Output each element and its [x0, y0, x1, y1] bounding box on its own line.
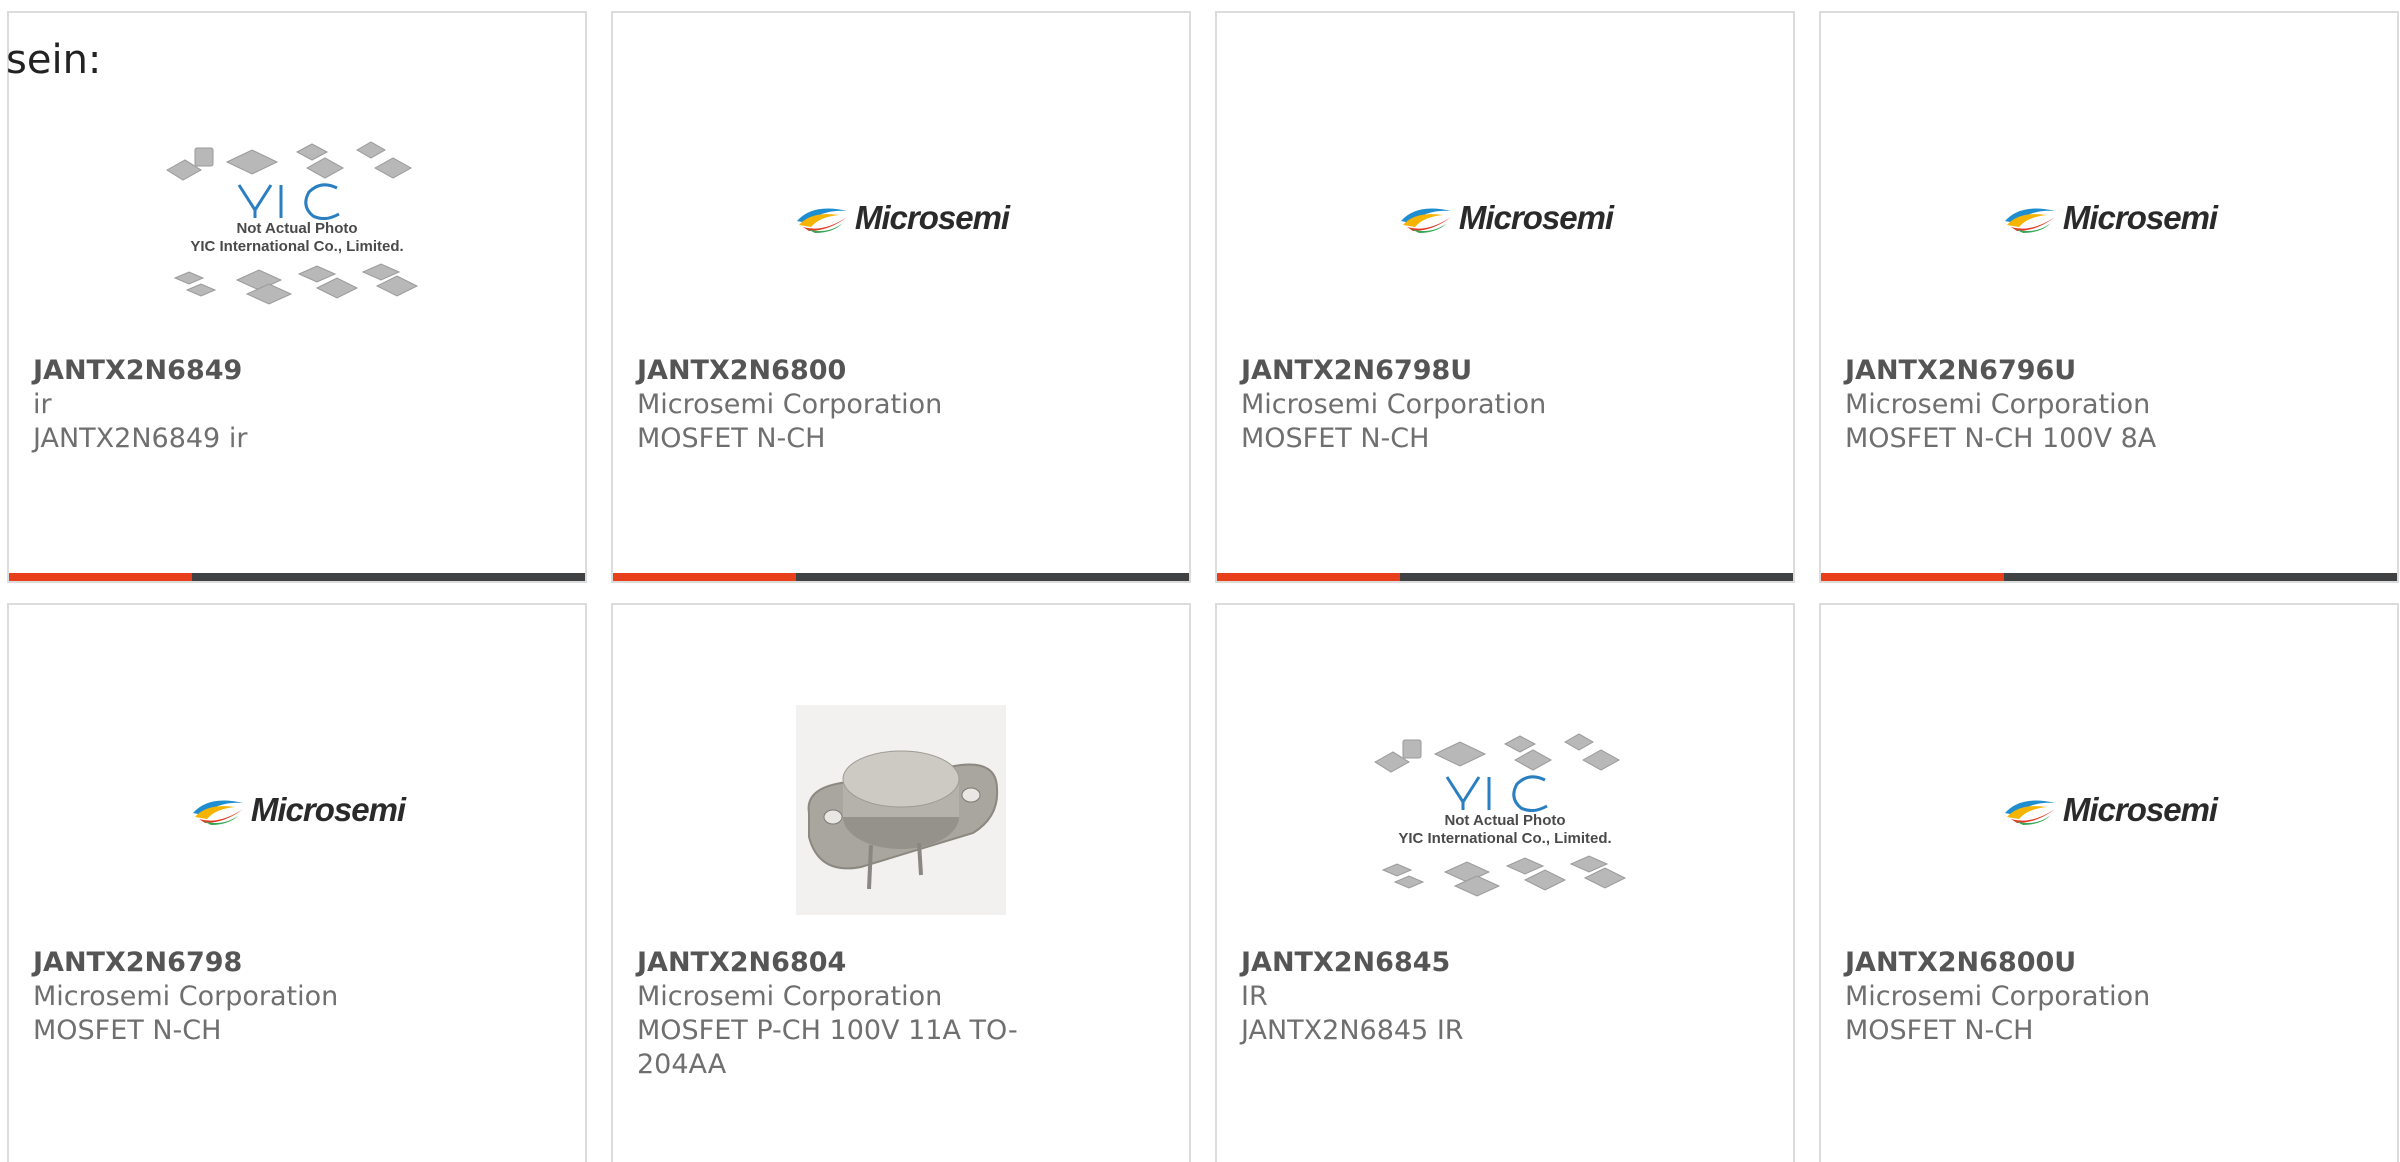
manufacturer: Microsemi Corporation — [1241, 389, 1547, 420]
to-204aa-package-photo — [796, 705, 1006, 915]
chip-packages-top-icon — [1374, 733, 1621, 812]
description: MOSFET N-CH — [1845, 1015, 2034, 1046]
card-footer-accent — [613, 573, 796, 581]
microsemi-swirl-icon — [796, 208, 847, 233]
microsemi-logo-text: Microsemi — [1458, 199, 1614, 236]
yic-caption-2: YIC International Co., Limited. — [1398, 830, 1612, 847]
product-image: Not Actual Photo YIC International Co., … — [1217, 675, 1793, 945]
product-info: JANTX2N6804 Microsemi Corporation MOSFET… — [637, 946, 1037, 1082]
description: MOSFET N-CH — [1241, 423, 1430, 454]
manufacturer: Microsemi Corporation — [1845, 981, 2151, 1012]
description: JANTX2N6849 ir — [33, 423, 248, 454]
card-footer-bar — [9, 573, 585, 581]
product-info: JANTX2N6849 ir JANTX2N6849 ir — [33, 354, 433, 456]
description: MOSFET N-CH — [33, 1015, 222, 1046]
card-footer-bar — [1821, 573, 2397, 581]
product-card[interactable]: Microsemi JANTX2N6798U Microsemi Corpora… — [1215, 11, 1795, 583]
microsemi-logo: Microsemi — [1397, 199, 1614, 237]
description: MOSFET P-CH 100V 11A TO-204AA — [637, 1015, 1018, 1080]
card-footer-bar — [613, 573, 1189, 581]
chip-packages-bottom-icon — [173, 263, 419, 305]
part-number[interactable]: JANTX2N6849 — [33, 354, 433, 388]
card-footer-accent — [1821, 573, 2004, 581]
product-card[interactable]: JANTX2N6804 Microsemi Corporation MOSFET… — [611, 603, 1191, 1162]
manufacturer: Microsemi Corporation — [33, 981, 339, 1012]
manufacturer: IR — [1241, 981, 1268, 1012]
description: MOSFET N-CH — [637, 423, 826, 454]
product-image: Microsemi — [1821, 83, 2397, 353]
manufacturer: Microsemi Corporation — [1845, 389, 2151, 420]
card-footer-accent — [1217, 573, 1400, 581]
description: JANTX2N6845 IR — [1241, 1015, 1464, 1046]
product-card[interactable]: Microsemi JANTX2N6800U Microsemi Corpora… — [1819, 603, 2399, 1162]
product-image: Microsemi — [9, 675, 585, 945]
card-footer-accent — [9, 573, 192, 581]
microsemi-swirl-icon — [192, 800, 243, 825]
microsemi-swirl-icon — [1400, 208, 1451, 233]
microsemi-logo-text: Microsemi — [2062, 791, 2218, 828]
product-info: JANTX2N6798 Microsemi Corporation MOSFET… — [33, 946, 433, 1048]
product-card[interactable]: Microsemi JANTX2N6796U Microsemi Corpora… — [1819, 11, 2399, 583]
product-info: JANTX2N6800 Microsemi Corporation MOSFET… — [637, 354, 1037, 456]
part-number[interactable]: JANTX2N6845 — [1241, 946, 1641, 980]
card-footer-bar — [1217, 573, 1793, 581]
microsemi-swirl-icon — [2004, 208, 2055, 233]
product-grid-page: sein: Not Actual Photo YIC International… — [0, 0, 2400, 1162]
yic-placeholder-image: Not Actual Photo YIC International Co., … — [157, 130, 437, 306]
product-card[interactable]: Microsemi JANTX2N6798 Microsemi Corporat… — [7, 603, 587, 1162]
yic-caption-1: Not Actual Photo — [236, 220, 358, 237]
product-image: Microsemi — [1821, 675, 2397, 945]
product-grid: Not Actual Photo YIC International Co., … — [7, 11, 2399, 1162]
chip-packages-top-icon — [166, 141, 413, 220]
intro-text: sein: — [6, 37, 102, 83]
product-info: JANTX2N6800U Microsemi Corporation MOSFE… — [1845, 946, 2245, 1048]
manufacturer: ir — [33, 389, 52, 420]
product-info: JANTX2N6845 IR JANTX2N6845 IR — [1241, 946, 1641, 1048]
microsemi-logo-text: Microsemi — [2062, 199, 2218, 236]
product-image — [613, 675, 1189, 945]
transistor-package-icon — [807, 750, 999, 890]
microsemi-logo-text: Microsemi — [250, 791, 406, 828]
manufacturer: Microsemi Corporation — [637, 389, 943, 420]
part-number[interactable]: JANTX2N6798U — [1241, 354, 1641, 388]
product-info: JANTX2N6798U Microsemi Corporation MOSFE… — [1241, 354, 1641, 456]
product-image: Not Actual Photo YIC International Co., … — [9, 83, 585, 353]
microsemi-logo-text: Microsemi — [854, 199, 1010, 236]
part-number[interactable]: JANTX2N6800U — [1845, 946, 2245, 980]
yic-caption-2: YIC International Co., Limited. — [190, 238, 404, 255]
microsemi-swirl-icon — [2004, 800, 2055, 825]
microsemi-logo: Microsemi — [2001, 199, 2218, 237]
part-number[interactable]: JANTX2N6798 — [33, 946, 433, 980]
chip-packages-bottom-icon — [1381, 855, 1627, 897]
product-card[interactable]: Microsemi JANTX2N6800 Microsemi Corporat… — [611, 11, 1191, 583]
microsemi-logo: Microsemi — [2001, 791, 2218, 829]
yic-placeholder-image: Not Actual Photo YIC International Co., … — [1365, 722, 1645, 898]
yic-caption-1: Not Actual Photo — [1444, 812, 1566, 829]
microsemi-logo: Microsemi — [793, 199, 1010, 237]
microsemi-logo: Microsemi — [189, 791, 406, 829]
manufacturer: Microsemi Corporation — [637, 981, 943, 1012]
part-number[interactable]: JANTX2N6800 — [637, 354, 1037, 388]
product-image: Microsemi — [1217, 83, 1793, 353]
description: MOSFET N-CH 100V 8A — [1845, 423, 2157, 454]
part-number[interactable]: JANTX2N6796U — [1845, 354, 2245, 388]
part-number[interactable]: JANTX2N6804 — [637, 946, 1037, 980]
product-card[interactable]: Not Actual Photo YIC International Co., … — [1215, 603, 1795, 1162]
product-image: Microsemi — [613, 83, 1189, 353]
product-card[interactable]: Not Actual Photo YIC International Co., … — [7, 11, 587, 583]
product-info: JANTX2N6796U Microsemi Corporation MOSFE… — [1845, 354, 2245, 456]
